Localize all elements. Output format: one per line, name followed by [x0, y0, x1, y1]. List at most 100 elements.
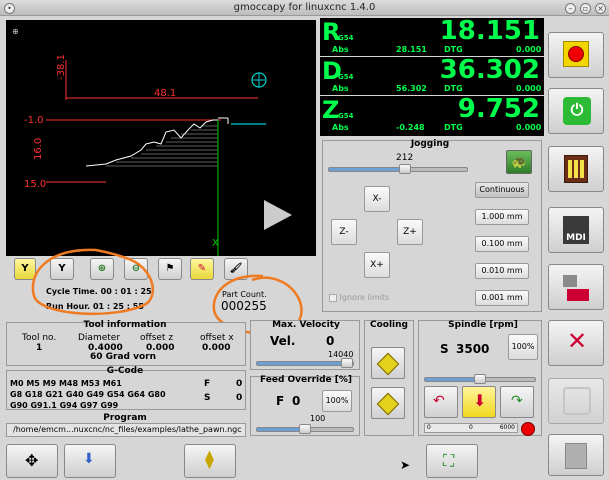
dro-z-wcs: G54: [338, 112, 354, 120]
minimize-icon[interactable]: –: [565, 3, 576, 14]
spindle-value: 3500: [456, 342, 490, 356]
jog-speed-slider[interactable]: [328, 164, 468, 174]
dro-d-abs-label: Abs: [332, 84, 349, 93]
increment-0.1mm-button[interactable]: 0.100 mm: [475, 236, 529, 252]
checkbox-icon: [329, 293, 337, 302]
offset-z-header: offset z: [140, 333, 174, 343]
settings-button[interactable]: ✕: [548, 320, 604, 366]
spindle-stop-button[interactable]: ⬇: [462, 386, 496, 418]
spindle-forward-button[interactable]: ↷: [500, 386, 534, 418]
machine-on-button[interactable]: ⏻: [548, 88, 604, 134]
increment-1mm-button[interactable]: 1.000 mm: [475, 209, 529, 225]
flood-button[interactable]: [371, 347, 405, 379]
offset-x-value: 0.000: [202, 343, 231, 353]
feed-override-knob[interactable]: [299, 424, 311, 434]
manual-mode-button[interactable]: [548, 146, 604, 192]
gcode-preview[interactable]: ⊕ -38.1 48.1 -1.0 16.0 15.0 X: [6, 20, 316, 256]
max-velocity-title: Max. Velocity: [272, 320, 340, 330]
dro-d-dtg-label: DTG: [444, 84, 463, 93]
spindle-bar-min: 0: [427, 424, 431, 431]
spindle-reverse-button[interactable]: ↶: [424, 386, 458, 418]
exit-button[interactable]: [548, 434, 604, 476]
increment-0.001mm-button[interactable]: 0.001 mm: [475, 290, 529, 306]
touch-off-icon: ⬇: [83, 451, 95, 467]
gcode-title: G-Code: [106, 366, 144, 376]
dim-label: -38.1: [56, 54, 67, 80]
feed-override-slider[interactable]: [256, 424, 354, 434]
increment-0.01mm-button[interactable]: 0.010 mm: [475, 263, 529, 279]
tools-icon: ✕: [566, 327, 588, 355]
dro-r-abs-label: Abs: [332, 45, 349, 54]
dro-d-row[interactable]: D G54 36.302 Abs 56.302 DTG 0.000: [320, 55, 544, 96]
dro-z-dtg-value: 0.000: [516, 123, 542, 132]
dro-z-value: 9.752: [457, 94, 540, 124]
feed-reset-button[interactable]: 100%: [322, 390, 352, 412]
gcode-line: G90 G91.1 G94 G97 G99: [10, 401, 119, 410]
tool-change-button[interactable]: ⧫: [184, 444, 236, 478]
clear-plot-button[interactable]: ⚑: [158, 258, 182, 280]
touch-off-button[interactable]: ⬇: [64, 444, 116, 478]
gcode-f-label: F: [204, 379, 211, 389]
x-axis-marker: X: [212, 238, 219, 249]
feed-slider-value: 100: [310, 414, 326, 423]
increment-continuous-button[interactable]: Continuous: [475, 182, 529, 198]
tool-icon: ⧫: [205, 449, 214, 470]
home-button[interactable]: ✥: [6, 444, 58, 478]
maximize-icon[interactable]: ▫: [580, 3, 591, 14]
disabled-button[interactable]: [548, 378, 604, 424]
ignore-limits-checkbox[interactable]: Ignore limits: [329, 293, 389, 302]
spindle-override-knob[interactable]: [474, 374, 486, 384]
window-titlebar: • gmoccapy for linuxcnc 1.4.0 – ▫ ×: [0, 0, 609, 16]
tool-no-value: 1: [36, 343, 43, 353]
window-title: gmoccapy for linuxcnc 1.4.0: [233, 2, 376, 13]
gcode-s-label: S: [204, 393, 211, 403]
tool-info-title: Tool information: [83, 320, 167, 330]
estop-button[interactable]: [548, 32, 604, 78]
home-axes-icon: ✥: [25, 451, 39, 470]
spindle-forward-icon: ↷: [511, 393, 523, 409]
dro-z-row[interactable]: Z G54 9.752 Abs -0.248 DTG 0.000: [320, 94, 544, 135]
jog-x-plus-button[interactable]: X+: [364, 252, 390, 278]
velocity-value: 0: [326, 334, 335, 348]
tool-no-header: Tool no.: [22, 333, 57, 343]
power-icon: ⏻: [563, 97, 591, 125]
feed-override-fill: [257, 428, 305, 431]
mdi-button[interactable]: MDI: [548, 207, 604, 253]
dro-r-abs-value: 28.151: [396, 45, 427, 54]
jog-z-plus-button[interactable]: Z+: [397, 219, 423, 245]
dim-label: -1.0: [24, 115, 44, 126]
dim-label: 48.1: [154, 88, 176, 99]
exit-door-icon: [565, 443, 587, 469]
dim-label: 16.0: [33, 138, 44, 160]
jog-speed-knob[interactable]: [398, 164, 411, 174]
max-velocity-knob[interactable]: [341, 358, 353, 368]
axis-indicator-icon: ⊕: [12, 27, 19, 36]
spindle-label: S: [440, 342, 449, 356]
spindle-bar-max: 6000: [499, 424, 515, 431]
dro-r-row[interactable]: R G54 18.151 Abs 28.151 DTG 0.000: [320, 16, 544, 57]
jog-speed-fill: [329, 168, 405, 171]
jog-z-minus-button[interactable]: Z-: [331, 219, 357, 245]
feed-label: F: [276, 394, 285, 408]
fullscreen-button[interactable]: ⛶: [426, 444, 478, 478]
turtle-button[interactable]: 🐢: [506, 150, 532, 174]
mist-button[interactable]: [371, 387, 405, 419]
dro-d-dtg-value: 0.000: [516, 84, 542, 93]
spindle-at-speed-led: [521, 422, 535, 436]
auto-mode-button[interactable]: [548, 264, 604, 310]
max-velocity-slider[interactable]: [256, 358, 354, 368]
close-icon[interactable]: ×: [595, 3, 606, 14]
jog-x-minus-button[interactable]: X-: [364, 186, 390, 212]
program-path-field[interactable]: /home/emcm...nuxcnc/nc_files/examples/la…: [6, 423, 246, 437]
gcode-s-value: 0: [236, 393, 243, 403]
gcode-line: G8 G18 G21 G40 G49 G54 G64 G80: [10, 390, 166, 399]
spindle-override-slider[interactable]: [424, 374, 536, 384]
play-icon: [264, 200, 292, 230]
cnc-machine-icon: [561, 271, 591, 303]
program-title: Program: [103, 413, 147, 423]
dro-d-value: 36.302: [439, 55, 540, 85]
spindle-reset-button[interactable]: 100%: [508, 334, 538, 360]
mdi-icon: MDI: [563, 216, 589, 244]
dro-d-wcs: G54: [338, 73, 354, 81]
dro-z-dtg-label: DTG: [444, 123, 463, 132]
